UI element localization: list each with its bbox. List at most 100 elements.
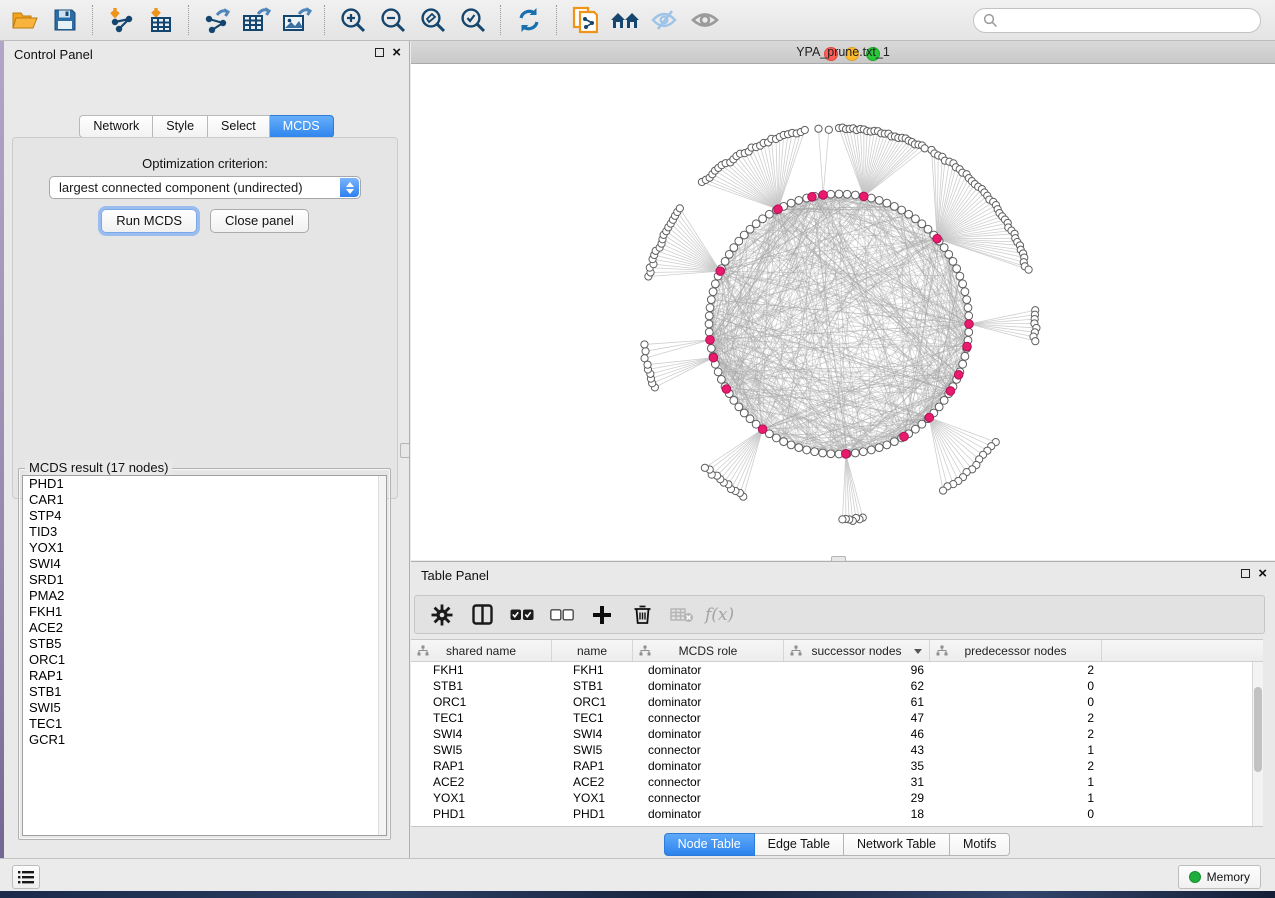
- zoom-in-icon[interactable]: [336, 4, 370, 36]
- network-view-canvas[interactable]: [411, 64, 1275, 560]
- search-input[interactable]: [1002, 9, 1260, 31]
- ring-node[interactable]: [956, 272, 964, 280]
- ring-node[interactable]: [898, 206, 906, 214]
- column-layout-icon[interactable]: [469, 602, 495, 628]
- ring-node[interactable]: [945, 250, 953, 258]
- ring-node[interactable]: [965, 328, 973, 336]
- ring-node[interactable]: [827, 190, 835, 198]
- mcds-dominator-node[interactable]: [965, 320, 974, 329]
- mcds-result-item[interactable]: SRD1: [23, 572, 386, 588]
- ring-node[interactable]: [705, 320, 713, 328]
- ring-node[interactable]: [875, 444, 883, 452]
- ring-node[interactable]: [959, 280, 967, 288]
- add-column-icon[interactable]: [589, 602, 615, 628]
- leaf-node[interactable]: [801, 126, 808, 133]
- task-history-button[interactable]: [12, 865, 40, 889]
- column-header-name[interactable]: name: [552, 640, 633, 661]
- duplicate-network-icon[interactable]: [568, 4, 602, 36]
- mcds-dominator-node[interactable]: [709, 353, 718, 362]
- table-row[interactable]: ORC1ORC1dominator610: [411, 694, 1263, 710]
- close-panel-icon[interactable]: ×: [392, 47, 401, 58]
- mcds-dominator-node[interactable]: [963, 342, 972, 351]
- mcds-list-scrollbar[interactable]: [378, 476, 386, 835]
- table-row[interactable]: SWI5SWI5connector431: [411, 742, 1263, 758]
- leaf-node[interactable]: [1032, 338, 1039, 345]
- search-box[interactable]: [973, 8, 1261, 33]
- run-mcds-button[interactable]: Run MCDS: [101, 209, 197, 233]
- network-graph[interactable]: [411, 64, 1275, 560]
- mcds-result-item[interactable]: STB1: [23, 684, 386, 700]
- memory-button[interactable]: Memory: [1178, 865, 1261, 889]
- leaf-node[interactable]: [921, 145, 928, 152]
- ring-node[interactable]: [867, 194, 875, 202]
- mcds-dominator-node[interactable]: [925, 413, 934, 422]
- mcds-dominator-node[interactable]: [706, 336, 715, 345]
- mcds-result-item[interactable]: FKH1: [23, 604, 386, 620]
- ring-node[interactable]: [867, 446, 875, 454]
- ring-node[interactable]: [964, 304, 972, 312]
- ring-node[interactable]: [711, 280, 719, 288]
- ring-node[interactable]: [890, 202, 898, 210]
- ring-node[interactable]: [725, 250, 733, 258]
- ring-node[interactable]: [714, 368, 722, 376]
- tab-motifs[interactable]: Motifs: [950, 833, 1010, 856]
- mcds-result-item[interactable]: STB5: [23, 636, 386, 652]
- leaf-node[interactable]: [815, 125, 822, 132]
- ring-node[interactable]: [851, 191, 859, 199]
- ring-node[interactable]: [835, 190, 843, 198]
- mcds-result-item[interactable]: PMA2: [23, 588, 386, 604]
- ring-node[interactable]: [787, 441, 795, 449]
- table-row[interactable]: RAP1RAP1dominator352: [411, 758, 1263, 774]
- mcds-dominator-node[interactable]: [954, 370, 963, 379]
- ring-node[interactable]: [819, 449, 827, 457]
- ring-node[interactable]: [707, 344, 715, 352]
- tab-edge-table[interactable]: Edge Table: [755, 833, 844, 856]
- function-builder-icon[interactable]: f(x): [705, 605, 734, 625]
- leaf-node[interactable]: [839, 516, 846, 523]
- ring-node[interactable]: [721, 257, 729, 265]
- float-panel-icon[interactable]: [375, 48, 384, 57]
- tab-select[interactable]: Select: [208, 115, 270, 138]
- mcds-result-item[interactable]: SWI4: [23, 556, 386, 572]
- ring-node[interactable]: [765, 210, 773, 218]
- leaf-node[interactable]: [1025, 266, 1032, 273]
- ring-node[interactable]: [787, 199, 795, 207]
- leaf-node[interactable]: [641, 341, 648, 348]
- ring-node[interactable]: [706, 304, 714, 312]
- table-scrollbar-thumb[interactable]: [1254, 687, 1262, 772]
- leaf-node[interactable]: [676, 205, 683, 212]
- vertical-splitter-handle[interactable]: [400, 443, 410, 458]
- network-window-titlebar[interactable]: YPA_prune.txt_1: [411, 41, 1275, 64]
- ring-node[interactable]: [705, 328, 713, 336]
- zoom-selected-icon[interactable]: [456, 4, 490, 36]
- settings-icon[interactable]: [429, 602, 455, 628]
- leaf-node[interactable]: [939, 487, 946, 494]
- ring-node[interactable]: [707, 296, 715, 304]
- delete-table-icon[interactable]: [669, 602, 695, 628]
- leaf-node[interactable]: [701, 464, 708, 471]
- zoom-out-icon[interactable]: [376, 4, 410, 36]
- unselect-all-columns-icon[interactable]: [549, 602, 575, 628]
- mcds-result-item[interactable]: ACE2: [23, 620, 386, 636]
- ring-node[interactable]: [961, 288, 969, 296]
- ring-node[interactable]: [709, 288, 717, 296]
- ring-node[interactable]: [875, 196, 883, 204]
- ring-node[interactable]: [772, 434, 780, 442]
- leaf-node[interactable]: [825, 126, 832, 133]
- tab-node-table[interactable]: Node Table: [664, 833, 755, 856]
- ring-node[interactable]: [965, 312, 973, 320]
- mcds-result-item[interactable]: TID3: [23, 524, 386, 540]
- tab-network-table[interactable]: Network Table: [844, 833, 950, 856]
- mcds-dominator-node[interactable]: [774, 205, 783, 214]
- export-image-icon[interactable]: [280, 4, 314, 36]
- ring-node[interactable]: [890, 438, 898, 446]
- tab-mcds[interactable]: MCDS: [270, 115, 334, 138]
- table-row[interactable]: PHD1PHD1dominator180: [411, 806, 1263, 822]
- mcds-result-item[interactable]: RAP1: [23, 668, 386, 684]
- export-network-icon[interactable]: [200, 4, 234, 36]
- ring-node[interactable]: [827, 450, 835, 458]
- table-row[interactable]: TEC1TEC1connector472: [411, 710, 1263, 726]
- column-header-predecessor-nodes[interactable]: predecessor nodes: [930, 640, 1102, 661]
- open-session-icon[interactable]: [8, 4, 42, 36]
- ring-node[interactable]: [730, 397, 738, 405]
